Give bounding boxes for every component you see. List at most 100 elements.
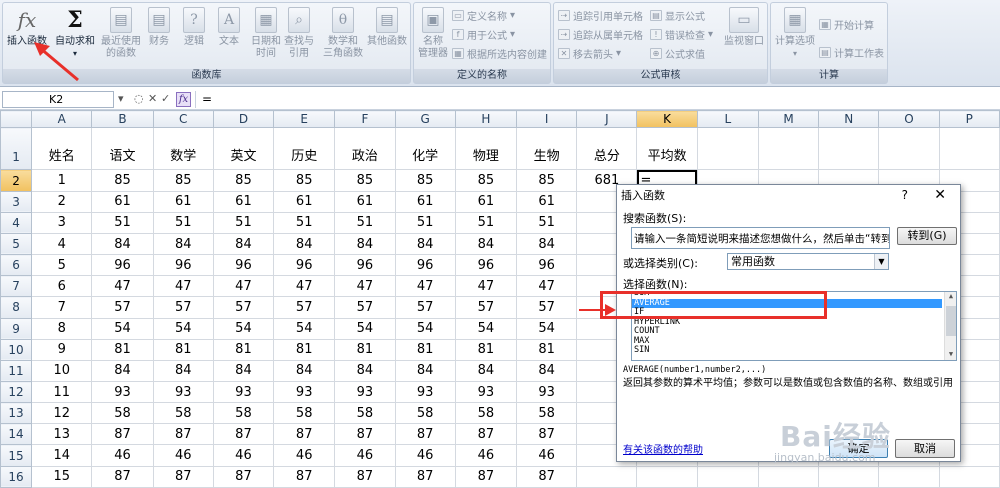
cell[interactable] bbox=[696, 465, 759, 488]
cell[interactable]: 84 bbox=[394, 232, 456, 256]
cell[interactable]: 96 bbox=[516, 254, 578, 277]
cell[interactable]: 87 bbox=[273, 465, 336, 488]
cell[interactable]: 58 bbox=[152, 402, 214, 425]
row-header[interactable]: 4 bbox=[0, 211, 33, 234]
column-header[interactable]: F bbox=[334, 109, 396, 129]
cell[interactable]: 81 bbox=[152, 338, 214, 361]
function-list-item[interactable]: COUNT bbox=[632, 326, 956, 337]
cell[interactable] bbox=[818, 127, 880, 171]
cell[interactable]: 84 bbox=[516, 232, 578, 256]
cell[interactable]: 58 bbox=[334, 402, 396, 425]
select-all-corner[interactable] bbox=[0, 109, 33, 129]
cell[interactable]: 84 bbox=[91, 232, 154, 256]
cell[interactable]: 4 bbox=[31, 232, 93, 256]
cell[interactable]: 85 bbox=[516, 169, 578, 192]
cell[interactable]: 政治 bbox=[334, 127, 396, 171]
cell[interactable]: 46 bbox=[334, 444, 396, 467]
row-header[interactable]: 2 bbox=[0, 169, 33, 192]
cell[interactable]: 96 bbox=[454, 254, 518, 277]
cell[interactable]: 11 bbox=[31, 381, 93, 404]
column-header[interactable]: H bbox=[454, 109, 518, 129]
cell[interactable]: 84 bbox=[212, 359, 275, 383]
cell[interactable]: 化学 bbox=[394, 127, 456, 171]
cell[interactable]: 51 bbox=[334, 211, 396, 234]
cell[interactable]: 96 bbox=[91, 254, 154, 277]
cell[interactable]: 54 bbox=[91, 317, 154, 340]
cell[interactable] bbox=[696, 127, 759, 171]
cell[interactable]: 58 bbox=[212, 402, 275, 425]
cell[interactable]: 51 bbox=[91, 211, 154, 234]
cell[interactable]: 51 bbox=[394, 211, 456, 234]
cell[interactable]: 87 bbox=[334, 423, 396, 446]
remove-arrows-button[interactable]: ✕ 移去箭头 ▾ bbox=[558, 46, 621, 61]
function-list-item[interactable]: MAX bbox=[632, 336, 956, 347]
cell[interactable]: 8 bbox=[31, 317, 93, 340]
cell[interactable]: 生物 bbox=[516, 127, 578, 171]
cell[interactable]: 81 bbox=[394, 338, 456, 361]
cell[interactable] bbox=[878, 127, 940, 171]
cell[interactable]: 10 bbox=[31, 359, 93, 383]
financial-button[interactable]: ▤ 财务 bbox=[148, 7, 170, 48]
cell[interactable]: 57 bbox=[394, 296, 456, 319]
cell[interactable]: 84 bbox=[273, 359, 336, 383]
cell[interactable]: 87 bbox=[91, 465, 154, 488]
cell[interactable]: 15 bbox=[31, 465, 93, 488]
category-select[interactable]: 常用函数 ▼ bbox=[727, 253, 889, 270]
cell[interactable] bbox=[938, 127, 1000, 171]
cell[interactable]: 总分 bbox=[576, 127, 638, 171]
cell[interactable] bbox=[576, 465, 638, 488]
cell[interactable]: 46 bbox=[273, 444, 336, 467]
cancel-button[interactable]: 取消 bbox=[895, 439, 955, 458]
insert-function-fx-icon[interactable]: fx bbox=[176, 92, 191, 107]
cell[interactable]: 57 bbox=[273, 296, 336, 319]
search-input[interactable]: 请输入一条简短说明来描述您想做什么，然后单击“转到” bbox=[631, 227, 890, 249]
scroll-thumb[interactable] bbox=[946, 306, 956, 336]
cell[interactable]: 54 bbox=[334, 317, 396, 340]
cell[interactable]: 54 bbox=[152, 317, 214, 340]
cell[interactable]: 54 bbox=[273, 317, 336, 340]
cell[interactable]: 87 bbox=[91, 423, 154, 446]
cell[interactable]: 84 bbox=[394, 359, 456, 383]
cell[interactable]: 93 bbox=[516, 381, 578, 404]
calc-options-button[interactable]: ▦ 计算选项 ▾ bbox=[775, 7, 815, 60]
cell[interactable]: 3 bbox=[31, 211, 93, 234]
cell[interactable]: 61 bbox=[454, 190, 518, 213]
row-header[interactable]: 5 bbox=[0, 232, 33, 256]
cell[interactable]: 51 bbox=[454, 211, 518, 234]
row-header[interactable]: 7 bbox=[0, 275, 33, 298]
row-header[interactable]: 15 bbox=[0, 444, 33, 467]
cancel-entry-icon[interactable]: ✕ bbox=[148, 92, 157, 105]
cell[interactable]: 85 bbox=[152, 169, 214, 192]
row-header[interactable]: 14 bbox=[0, 423, 33, 446]
cell[interactable]: 87 bbox=[454, 465, 518, 488]
cell[interactable]: 81 bbox=[273, 338, 336, 361]
cell[interactable]: 84 bbox=[212, 232, 275, 256]
scroll-up-icon[interactable]: ▲ bbox=[945, 292, 956, 302]
cell[interactable]: 47 bbox=[91, 275, 154, 298]
cell[interactable]: 47 bbox=[394, 275, 456, 298]
cell[interactable]: 57 bbox=[152, 296, 214, 319]
column-header[interactable]: E bbox=[273, 109, 336, 129]
cell[interactable]: 84 bbox=[454, 232, 518, 256]
cell[interactable]: 85 bbox=[273, 169, 336, 192]
cell[interactable]: 87 bbox=[212, 423, 275, 446]
cell[interactable]: 85 bbox=[334, 169, 396, 192]
cell[interactable]: 87 bbox=[152, 465, 214, 488]
cell[interactable]: 93 bbox=[334, 381, 396, 404]
cell[interactable]: 84 bbox=[152, 359, 214, 383]
cell[interactable]: 87 bbox=[516, 465, 578, 488]
cell[interactable]: 47 bbox=[273, 275, 336, 298]
row-header[interactable]: 6 bbox=[0, 254, 33, 277]
confirm-entry-icon[interactable]: ✓ bbox=[161, 92, 170, 105]
cell[interactable]: 87 bbox=[394, 465, 456, 488]
cell[interactable]: 46 bbox=[454, 444, 518, 467]
cell[interactable]: 87 bbox=[394, 423, 456, 446]
cell[interactable]: 58 bbox=[454, 402, 518, 425]
cell[interactable]: 87 bbox=[273, 423, 336, 446]
cell[interactable] bbox=[938, 465, 1000, 488]
cell[interactable]: 93 bbox=[273, 381, 336, 404]
cell[interactable]: 87 bbox=[516, 423, 578, 446]
cell[interactable]: 81 bbox=[212, 338, 275, 361]
row-header[interactable]: 3 bbox=[0, 190, 33, 213]
cell[interactable] bbox=[878, 465, 940, 488]
